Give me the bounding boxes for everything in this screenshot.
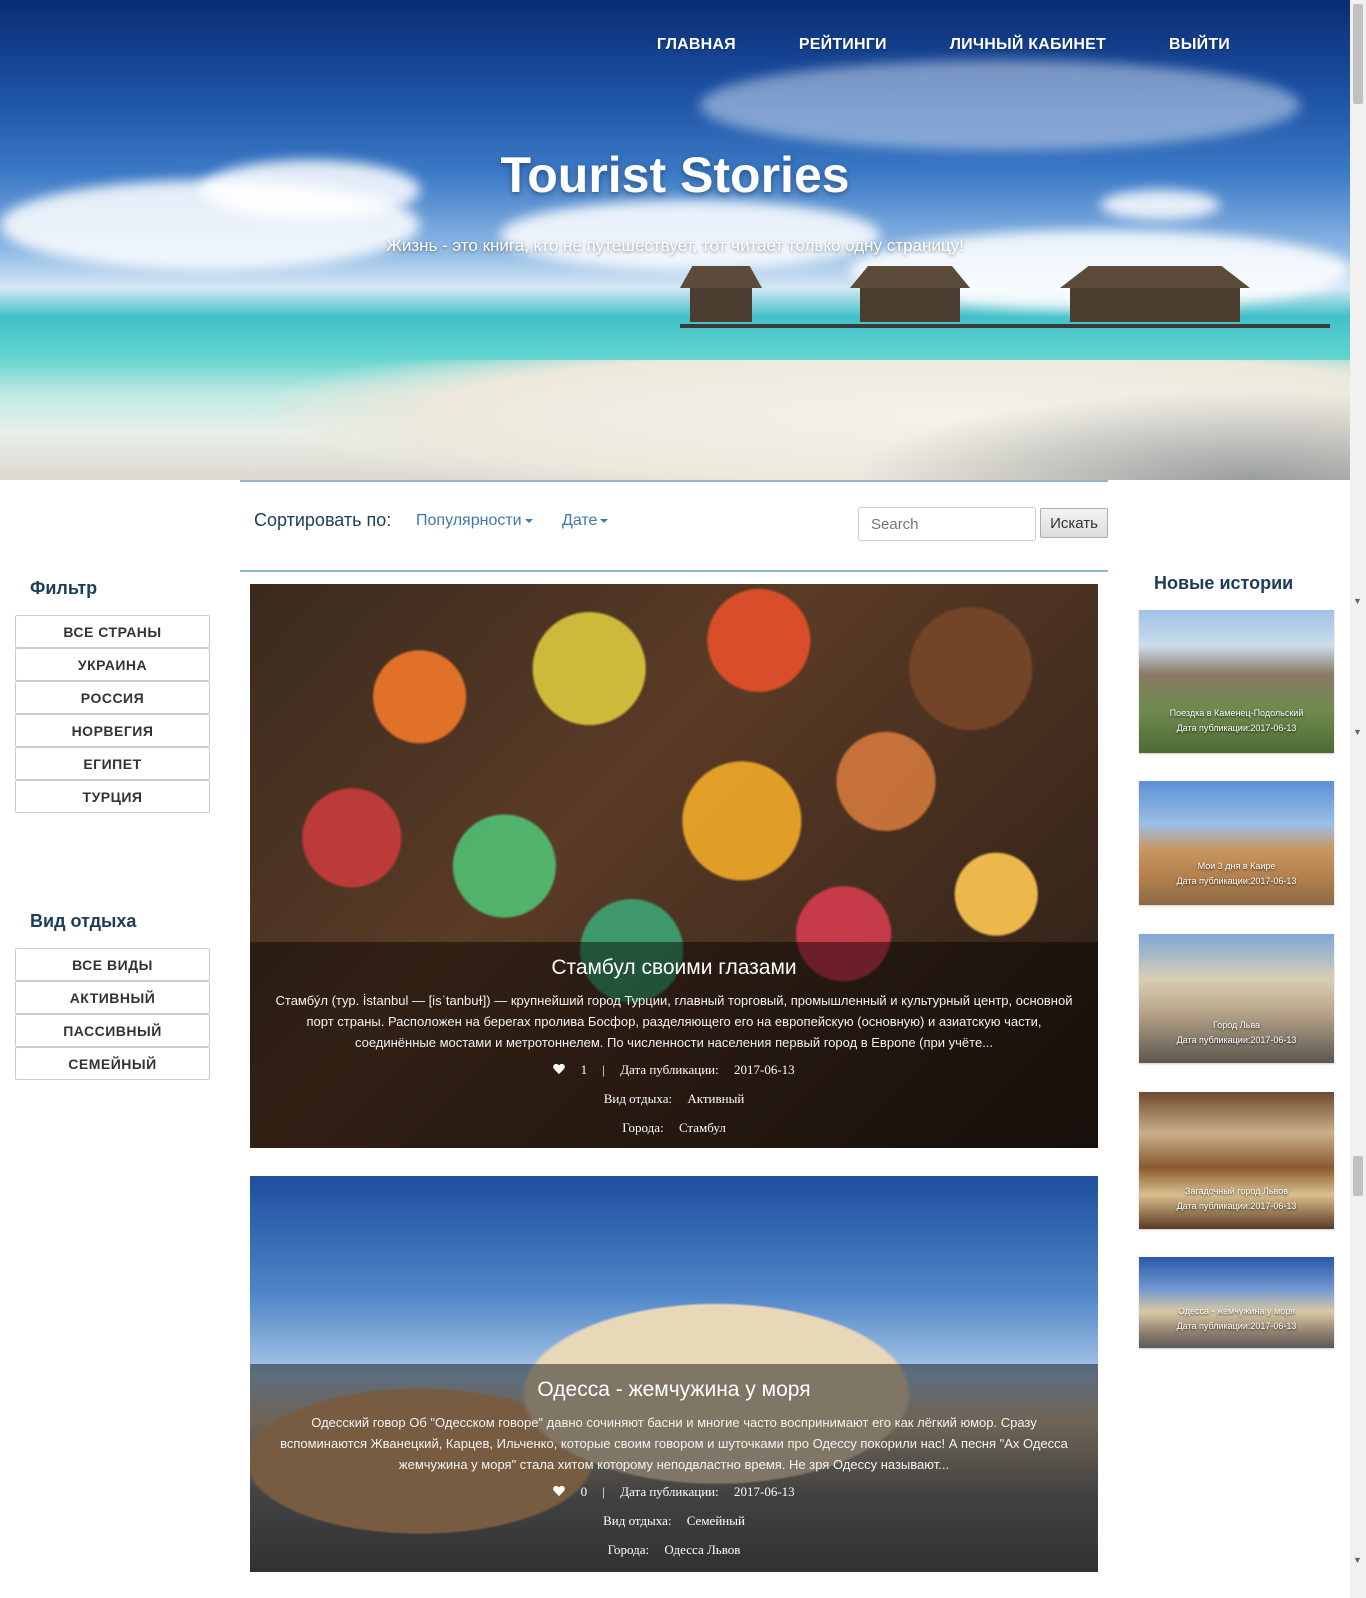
search-button[interactable]: Искать: [1040, 508, 1108, 538]
story-card[interactable]: Одесса - жемчужина у моря Одесский говор…: [250, 1176, 1098, 1572]
sort-date-label: Дате: [562, 512, 598, 529]
story-overlay: Одесса - жемчужина у моря Одесский говор…: [250, 1364, 1098, 1572]
sort-popularity-dropdown[interactable]: Популярности: [416, 512, 533, 530]
sort-date-dropdown[interactable]: Дате: [562, 512, 609, 530]
new-story-thumb[interactable]: Одесса - жемчужина у моря Дата публикаци…: [1139, 1257, 1334, 1348]
sort-popularity-label: Популярности: [416, 512, 522, 529]
meta-separator: |: [602, 1062, 605, 1077]
story-card[interactable]: Стамбул своими глазами Стамбу́л (тур. İs…: [250, 584, 1098, 1148]
new-story-date: Дата публикации:2017-06-13: [1176, 1321, 1297, 1331]
cities-value: Одесса Львов: [664, 1542, 741, 1557]
scrollbar-thumb[interactable]: [1353, 1156, 1363, 1196]
story-meta-cities: Города: Стамбул: [250, 1115, 1098, 1140]
search-input[interactable]: [858, 507, 1036, 541]
new-stories-title: Новые истории: [1154, 573, 1294, 593]
story-title[interactable]: Одесса - жемчужина у моря: [250, 1378, 1098, 1402]
filter-russia[interactable]: РОССИЯ: [15, 681, 210, 714]
new-story-date: Дата публикации:2017-06-13: [1176, 876, 1297, 886]
story-meta-type: Вид отдыха: Семейный: [250, 1508, 1098, 1533]
site-title: Tourist Stories: [500, 147, 850, 203]
date-label: Дата публикации:: [620, 1062, 719, 1077]
story-meta-cities: Города: Одесса Львов: [250, 1537, 1098, 1562]
likes-count: 0: [580, 1484, 588, 1499]
heart-icon[interactable]: [553, 1064, 565, 1075]
new-story-thumb[interactable]: Загадочный город Львов Дата публикации:2…: [1139, 1092, 1334, 1229]
likes-count: 1: [580, 1062, 588, 1077]
nav-ratings[interactable]: РЕЙТИНГИ: [799, 36, 887, 54]
scroll-down-icon[interactable]: ▼: [1353, 1555, 1362, 1565]
cities-label: Города:: [607, 1542, 650, 1557]
rest-type-label: Вид отдыха:: [603, 1513, 672, 1528]
page: ГЛАВНАЯ РЕЙТИНГИ ЛИЧНЫЙ КАБИНЕТ ВЫЙТИ To…: [0, 0, 1366, 1598]
new-story-title: Одесса - жемчужина у моря: [1177, 1306, 1296, 1316]
new-story-title: Мои 3 дня в Каире: [1197, 861, 1276, 871]
new-story-title: Город Льва: [1212, 1020, 1261, 1030]
new-story-thumb[interactable]: Мои 3 дня в Каире Дата публикации:2017-0…: [1139, 781, 1334, 905]
caret-down-icon: [600, 518, 609, 523]
new-story-thumb[interactable]: Поездка в Каменец-Подольский Дата публик…: [1139, 610, 1334, 753]
story-meta-type: Вид отдыха: Активный: [250, 1086, 1098, 1111]
publish-date: 2017-06-13: [734, 1484, 795, 1499]
story-excerpt: Одесский говор Об "Одесском говоре" давн…: [280, 1415, 1068, 1472]
water-bungalows: [680, 280, 1330, 340]
new-story-title: Поездка в Каменец-Подольский: [1169, 708, 1304, 718]
story-overlay: Стамбул своими глазами Стамбу́л (тур. İs…: [250, 942, 1098, 1148]
rest-all-types[interactable]: ВСЕ ВИДЫ: [15, 948, 210, 981]
scrollbar-thumb[interactable]: [1353, 4, 1363, 104]
site-tagline: Жизнь - это книга, кто не путешествует, …: [386, 236, 964, 255]
meta-separator: |: [602, 1484, 605, 1499]
filter-all-countries[interactable]: ВСЕ СТРАНЫ: [15, 615, 210, 648]
filter-turkey[interactable]: ТУРЦИЯ: [15, 780, 210, 813]
new-story-date: Дата публикации:2017-06-13: [1176, 723, 1297, 733]
rest-active[interactable]: АКТИВНЫЙ: [15, 981, 210, 1014]
caret-down-icon: [524, 518, 533, 523]
palm-shadow: [850, 390, 1350, 480]
filter-egypt[interactable]: ЕГИПЕТ: [15, 747, 210, 780]
nav-account[interactable]: ЛИЧНЫЙ КАБИНЕТ: [950, 36, 1106, 54]
date-label: Дата публикации:: [620, 1484, 719, 1499]
sort-bar: Сортировать по: Популярности Дате Искать: [240, 480, 1108, 572]
nav-logout[interactable]: ВЫЙТИ: [1169, 36, 1230, 54]
rest-type-title: Вид отдыха: [30, 911, 137, 931]
rest-family[interactable]: СЕМЕЙНЫЙ: [15, 1047, 210, 1080]
page-scrollbar[interactable]: ▼ ▼ ▼: [1350, 0, 1366, 1598]
story-title[interactable]: Стамбул своими глазами: [250, 956, 1098, 980]
story-meta-likes-date: 0 | Дата публикации: 2017-06-13: [250, 1479, 1098, 1504]
new-story-title: Загадочный город Львов: [1185, 1186, 1288, 1196]
story-excerpt: Стамбу́л (тур. İstanbul — [isˈtanbuɫ]) —…: [275, 993, 1073, 1050]
filter-norway[interactable]: НОРВЕГИЯ: [15, 714, 210, 747]
hero-banner: ГЛАВНАЯ РЕЙТИНГИ ЛИЧНЫЙ КАБИНЕТ ВЫЙТИ To…: [0, 0, 1350, 480]
rest-type-value: Семейный: [686, 1513, 745, 1528]
cities-label: Города:: [622, 1120, 664, 1135]
story-meta-likes-date: 1 | Дата публикации: 2017-06-13: [250, 1057, 1098, 1082]
heart-icon[interactable]: [553, 1486, 565, 1497]
filter-title: Фильтр: [30, 578, 98, 598]
scroll-down-icon[interactable]: ▼: [1353, 596, 1362, 606]
rest-passive[interactable]: ПАССИВНЫЙ: [15, 1014, 210, 1047]
new-story-date: Дата публикации:2017-06-13: [1176, 1201, 1297, 1211]
rest-type-label: Вид отдыха:: [603, 1091, 673, 1106]
cities-value: Стамбул: [678, 1120, 726, 1135]
new-story-date: Дата публикации:2017-06-13: [1176, 1035, 1297, 1045]
new-story-thumb[interactable]: Город Льва Дата публикации:2017-06-13: [1139, 934, 1334, 1063]
top-nav: ГЛАВНАЯ РЕЙТИНГИ ЛИЧНЫЙ КАБИНЕТ ВЫЙТИ: [657, 36, 1230, 54]
rest-type-value: Активный: [687, 1091, 745, 1106]
nav-home[interactable]: ГЛАВНАЯ: [657, 36, 736, 54]
scroll-down-icon[interactable]: ▼: [1353, 727, 1362, 737]
sort-label: Сортировать по:: [254, 510, 392, 530]
filter-ukraine[interactable]: УКРАИНА: [15, 648, 210, 681]
publish-date: 2017-06-13: [734, 1062, 795, 1077]
